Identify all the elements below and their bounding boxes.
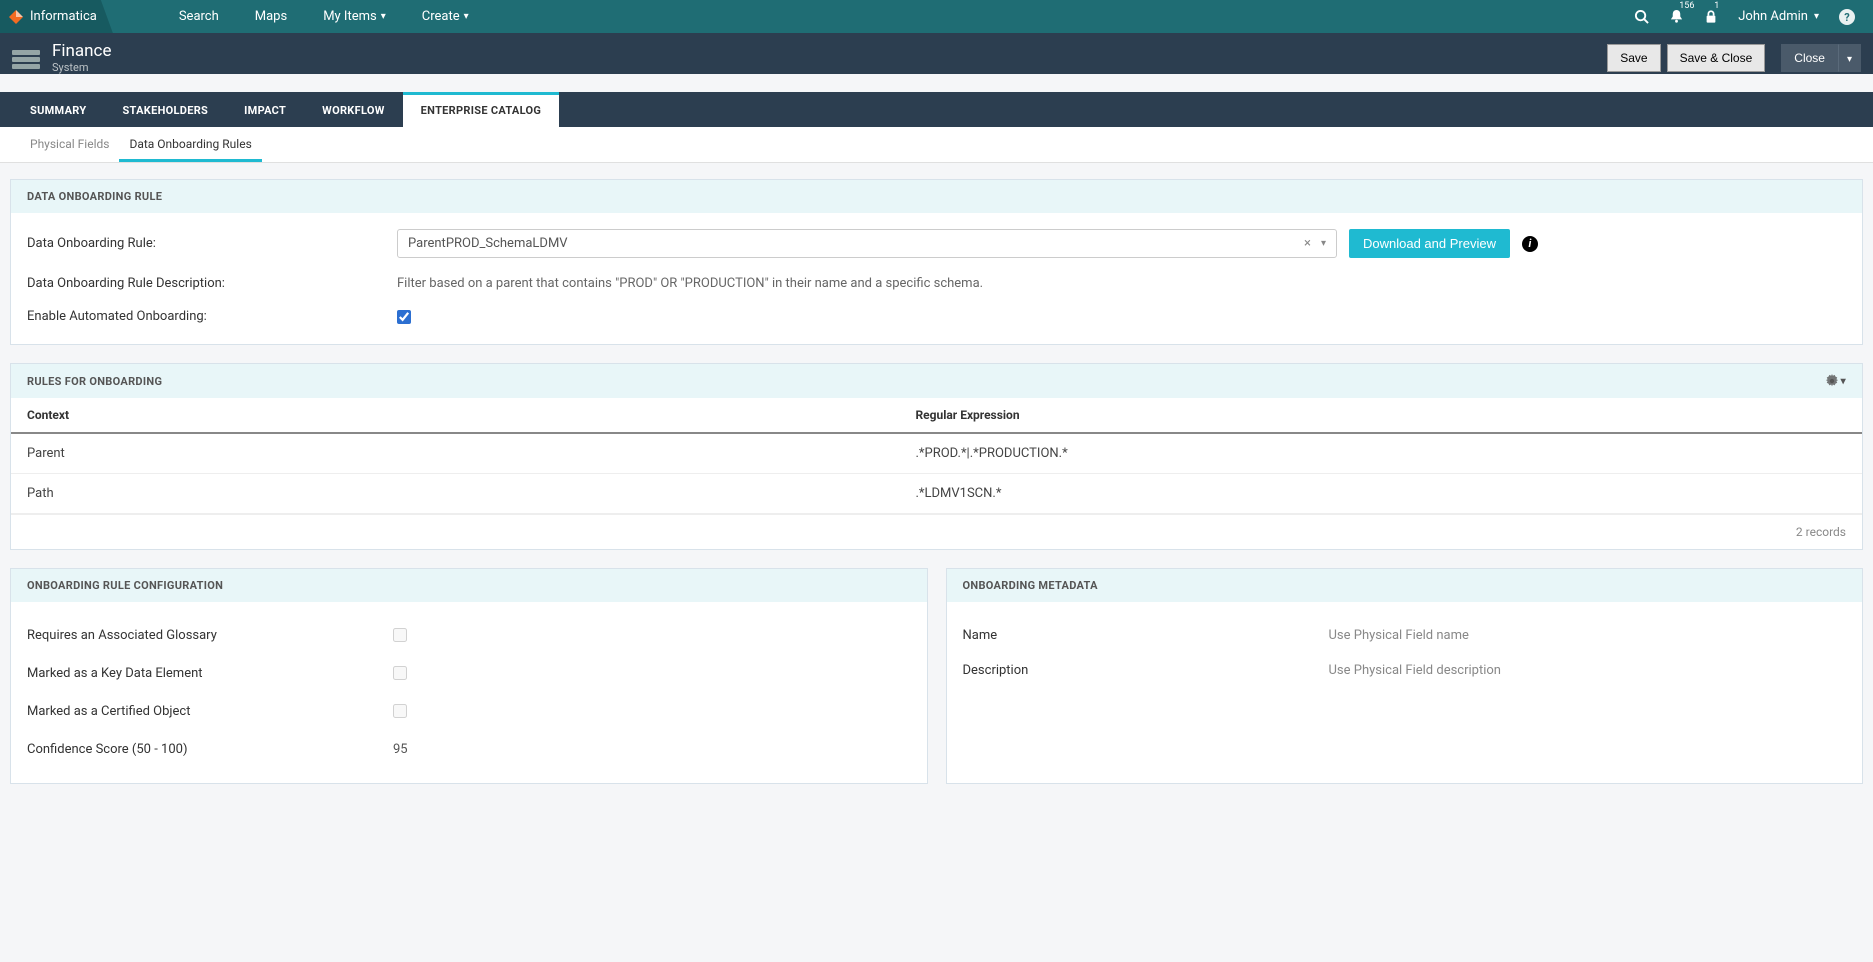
chevron-down-icon: ▾ — [1847, 54, 1852, 65]
rule-name-value: ParentPROD_SchemaLDMV — [408, 236, 568, 251]
page-header: Finance System Save Save & Close Close ▾ — [0, 33, 1873, 74]
panel-header-metadata: ONBOARDING METADATA — [947, 569, 1863, 602]
main-tabs: SUMMARY STAKEHOLDERS IMPACT WORKFLOW ENT… — [0, 92, 1873, 127]
rules-table: Context Regular Expression Parent .*PROD… — [11, 398, 1862, 514]
svg-text:?: ? — [1844, 11, 1850, 24]
panel-rule-configuration: ONBOARDING RULE CONFIGURATION Requires a… — [10, 568, 928, 784]
cell-context: Parent — [11, 433, 899, 474]
save-button[interactable]: Save — [1607, 44, 1660, 72]
config-keydata-label: Marked as a Key Data Element — [27, 666, 393, 684]
gear-icon — [1825, 374, 1839, 388]
metadata-desc-label: Description — [963, 663, 1329, 678]
nav-create[interactable]: Create ▾ — [404, 0, 487, 33]
panel-header-rules: RULES FOR ONBOARDING ▾ — [11, 364, 1862, 398]
config-keydata-checkbox — [393, 666, 407, 680]
page-title: Finance — [52, 41, 111, 61]
nav-search[interactable]: Search — [161, 0, 237, 33]
panel-onboarding-metadata: ONBOARDING METADATA Name Use Physical Fi… — [946, 568, 1864, 784]
subtab-data-onboarding-rules[interactable]: Data Onboarding Rules — [119, 127, 261, 162]
config-glossary-label: Requires an Associated Glossary — [27, 628, 393, 646]
tab-workflow[interactable]: WORKFLOW — [304, 92, 403, 127]
chevron-down-icon: ▾ — [381, 11, 386, 22]
panel-header-label: RULES FOR ONBOARDING — [27, 375, 162, 388]
metadata-desc-value: Use Physical Field description — [1329, 663, 1501, 678]
tab-summary[interactable]: SUMMARY — [12, 92, 104, 127]
chevron-down-icon: ▾ — [1841, 376, 1846, 387]
save-close-button[interactable]: Save & Close — [1667, 44, 1766, 72]
rule-desc-value: Filter based on a parent that contains "… — [397, 276, 983, 291]
metadata-name-label: Name — [963, 628, 1329, 643]
nav-create-label: Create — [422, 9, 460, 24]
panel-header-label: DATA ONBOARDING RULE — [27, 190, 162, 203]
sub-tabs: Physical Fields Data Onboarding Rules — [0, 127, 1873, 163]
panel-rules-for-onboarding: RULES FOR ONBOARDING ▾ Context Regular E… — [10, 363, 1863, 550]
table-settings-button[interactable]: ▾ — [1825, 374, 1846, 388]
brand[interactable]: Informatica — [0, 0, 113, 33]
table-row[interactable]: Parent .*PROD.*|.*PRODUCTION.* — [11, 433, 1862, 474]
lock-badge: 1 — [1714, 1, 1719, 11]
content: DATA ONBOARDING RULE Data Onboarding Rul… — [0, 163, 1873, 800]
rule-desc-label: Data Onboarding Rule Description: — [27, 276, 397, 291]
cell-regex: .*PROD.*|.*PRODUCTION.* — [899, 433, 1862, 474]
page-subtitle: System — [52, 61, 111, 74]
enable-onboarding-label: Enable Automated Onboarding: — [27, 309, 397, 324]
table-row[interactable]: Path .*LDMV1SCN.* — [11, 474, 1862, 514]
panel-header-config: ONBOARDING RULE CONFIGURATION — [11, 569, 927, 602]
col-context[interactable]: Context — [11, 398, 899, 433]
cell-context: Path — [11, 474, 899, 514]
search-icon[interactable] — [1634, 9, 1649, 24]
col-regex[interactable]: Regular Expression — [899, 398, 1862, 433]
subtab-physical-fields[interactable]: Physical Fields — [20, 127, 119, 162]
top-nav: Informatica Search Maps My Items ▾ Create… — [0, 0, 1873, 33]
info-icon[interactable]: i — [1522, 236, 1538, 252]
metadata-name-value: Use Physical Field name — [1329, 628, 1469, 643]
brand-label: Informatica — [30, 9, 97, 24]
bell-icon[interactable]: 156 — [1669, 9, 1684, 24]
nav-myitems-label: My Items — [323, 9, 377, 24]
clear-icon[interactable]: × — [1304, 236, 1311, 251]
rule-name-select[interactable]: ParentPROD_SchemaLDMV × ▾ — [397, 229, 1337, 258]
nav-maps[interactable]: Maps — [237, 0, 305, 33]
help-icon[interactable]: ? — [1839, 9, 1855, 25]
config-confidence-label: Confidence Score (50 - 100) — [27, 742, 393, 757]
download-preview-button[interactable]: Download and Preview — [1349, 229, 1510, 258]
chevron-down-icon[interactable]: ▾ — [1321, 238, 1326, 249]
config-confidence-value: 95 — [393, 742, 408, 757]
tab-enterprise-catalog[interactable]: ENTERPRISE CATALOG — [403, 92, 560, 127]
bell-badge: 156 — [1679, 1, 1694, 11]
chevron-down-icon: ▾ — [1814, 11, 1819, 22]
cell-regex: .*LDMV1SCN.* — [899, 474, 1862, 514]
close-button[interactable]: Close — [1781, 44, 1838, 72]
panel-header-onboarding-rule: DATA ONBOARDING RULE — [11, 180, 1862, 213]
system-icon — [12, 50, 40, 70]
brand-logo-icon — [8, 9, 24, 25]
panel-header-label: ONBOARDING RULE CONFIGURATION — [27, 579, 223, 592]
close-dropdown[interactable]: ▾ — [1838, 44, 1861, 72]
rule-name-label: Data Onboarding Rule: — [27, 236, 397, 251]
enable-onboarding-checkbox[interactable] — [397, 310, 411, 324]
nav-right: 156 1 John Admin ▾ ? — [1634, 9, 1873, 25]
nav-myitems[interactable]: My Items ▾ — [305, 0, 404, 33]
table-footer: 2 records — [11, 514, 1862, 549]
panel-header-label: ONBOARDING METADATA — [963, 579, 1098, 592]
config-glossary-checkbox — [393, 628, 407, 642]
tab-impact[interactable]: IMPACT — [226, 92, 304, 127]
lock-icon[interactable]: 1 — [1704, 9, 1718, 24]
config-certified-checkbox — [393, 704, 407, 718]
nav-maps-label: Maps — [255, 9, 287, 24]
tab-stakeholders[interactable]: STAKEHOLDERS — [104, 92, 226, 127]
config-certified-label: Marked as a Certified Object — [27, 704, 393, 722]
title-block: Finance System — [52, 41, 111, 74]
user-name: John Admin — [1738, 9, 1808, 24]
panel-onboarding-rule: DATA ONBOARDING RULE Data Onboarding Rul… — [10, 179, 1863, 345]
nav-search-label: Search — [179, 9, 219, 24]
chevron-down-icon: ▾ — [464, 11, 469, 22]
user-menu[interactable]: John Admin ▾ — [1738, 9, 1819, 24]
nav-items: Search Maps My Items ▾ Create ▾ — [161, 0, 487, 33]
header-actions: Save Save & Close Close ▾ — [1607, 44, 1861, 72]
